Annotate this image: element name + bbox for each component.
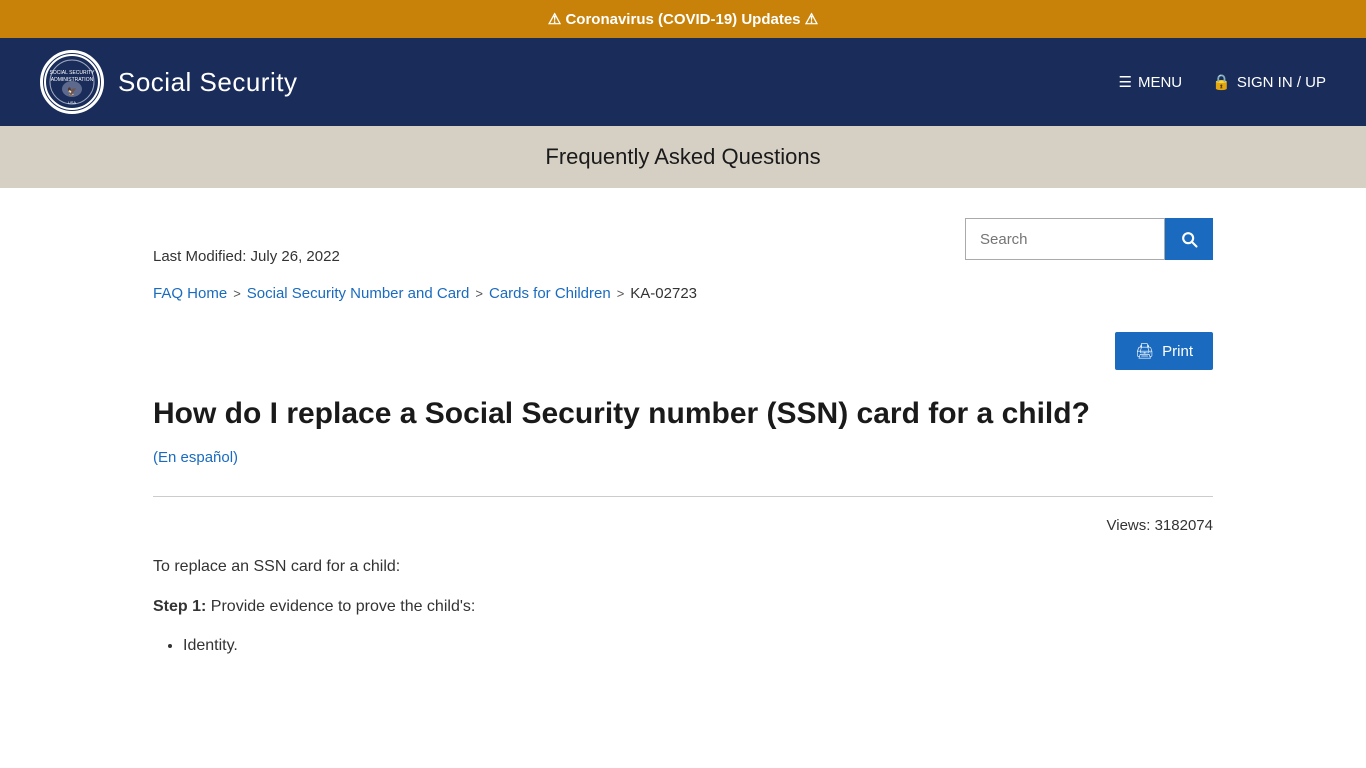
breadcrumb-current: KA-02723 xyxy=(630,285,697,302)
breadcrumb-faq-home[interactable]: FAQ Home xyxy=(153,285,227,302)
menu-label: MENU xyxy=(1138,74,1182,91)
signin-label: SIGN IN / UP xyxy=(1237,74,1326,91)
search-input[interactable] xyxy=(965,218,1165,260)
step1-label: Step 1: xyxy=(153,598,206,615)
views-count: Views: 3182074 xyxy=(153,517,1213,534)
menu-button[interactable]: ☰ MENU xyxy=(1119,73,1183,91)
lock-icon: 🔒 xyxy=(1212,73,1231,91)
site-title: Social Security xyxy=(118,67,297,98)
breadcrumb-cards-children[interactable]: Cards for Children xyxy=(489,285,611,302)
svg-text:USA: USA xyxy=(68,100,77,105)
article-step1: Step 1: Provide evidence to prove the ch… xyxy=(153,594,1213,620)
page-subtitle-bar: Frequently Asked Questions xyxy=(0,126,1366,188)
article-title: How do I replace a Social Security numbe… xyxy=(153,394,1213,433)
breadcrumb-sep-3: > xyxy=(617,286,625,301)
svg-text:SOCIAL SECURITY: SOCIAL SECURITY xyxy=(50,70,95,76)
search-meta-row: Last Modified: July 26, 2022 xyxy=(153,218,1213,265)
print-button[interactable]: 🖨 Print xyxy=(1115,332,1213,370)
list-item: Identity. xyxy=(183,633,1213,659)
search-icon xyxy=(1179,229,1199,249)
article-intro: To replace an SSN card for a child: xyxy=(153,554,1213,580)
breadcrumb: FAQ Home > Social Security Number and Ca… xyxy=(153,285,1213,302)
breadcrumb-ssn-card[interactable]: Social Security Number and Card xyxy=(247,285,470,302)
step1-text: Provide evidence to prove the child's: xyxy=(211,598,476,615)
article-divider xyxy=(153,496,1213,497)
svg-text:🦅: 🦅 xyxy=(67,86,77,96)
print-icon: 🖨 xyxy=(1135,342,1154,360)
last-modified: Last Modified: July 26, 2022 xyxy=(153,218,340,265)
search-button[interactable] xyxy=(1165,218,1213,260)
alert-text: Coronavirus (COVID-19) Updates xyxy=(565,11,800,28)
search-area xyxy=(965,218,1213,260)
warning-icon-right: ⚠ xyxy=(805,11,818,28)
site-logo-link[interactable]: SOCIAL SECURITY ADMINISTRATION 🦅 USA Soc… xyxy=(40,50,297,114)
print-label: Print xyxy=(1162,343,1193,360)
menu-icon: ☰ xyxy=(1119,73,1132,91)
warning-icon-left: ⚠ xyxy=(548,11,561,28)
print-row: 🖨 Print xyxy=(153,332,1213,370)
en-espanol-link[interactable]: (En español) xyxy=(153,449,238,466)
logo-seal: SOCIAL SECURITY ADMINISTRATION 🦅 USA xyxy=(40,50,104,114)
article: How do I replace a Social Security numbe… xyxy=(153,394,1213,659)
site-header: SOCIAL SECURITY ADMINISTRATION 🦅 USA Soc… xyxy=(0,38,1366,126)
breadcrumb-sep-1: > xyxy=(233,286,241,301)
breadcrumb-sep-2: > xyxy=(475,286,483,301)
header-nav: ☰ MENU 🔒 SIGN IN / UP xyxy=(1119,73,1327,91)
article-body: To replace an SSN card for a child: Step… xyxy=(153,554,1213,659)
alert-banner: ⚠ Coronavirus (COVID-19) Updates ⚠ xyxy=(0,0,1366,38)
step1-list: Identity. xyxy=(183,633,1213,659)
page-subtitle: Frequently Asked Questions xyxy=(20,144,1346,170)
signin-button[interactable]: 🔒 SIGN IN / UP xyxy=(1212,73,1326,91)
main-container: Last Modified: July 26, 2022 FAQ Home > … xyxy=(93,188,1273,725)
